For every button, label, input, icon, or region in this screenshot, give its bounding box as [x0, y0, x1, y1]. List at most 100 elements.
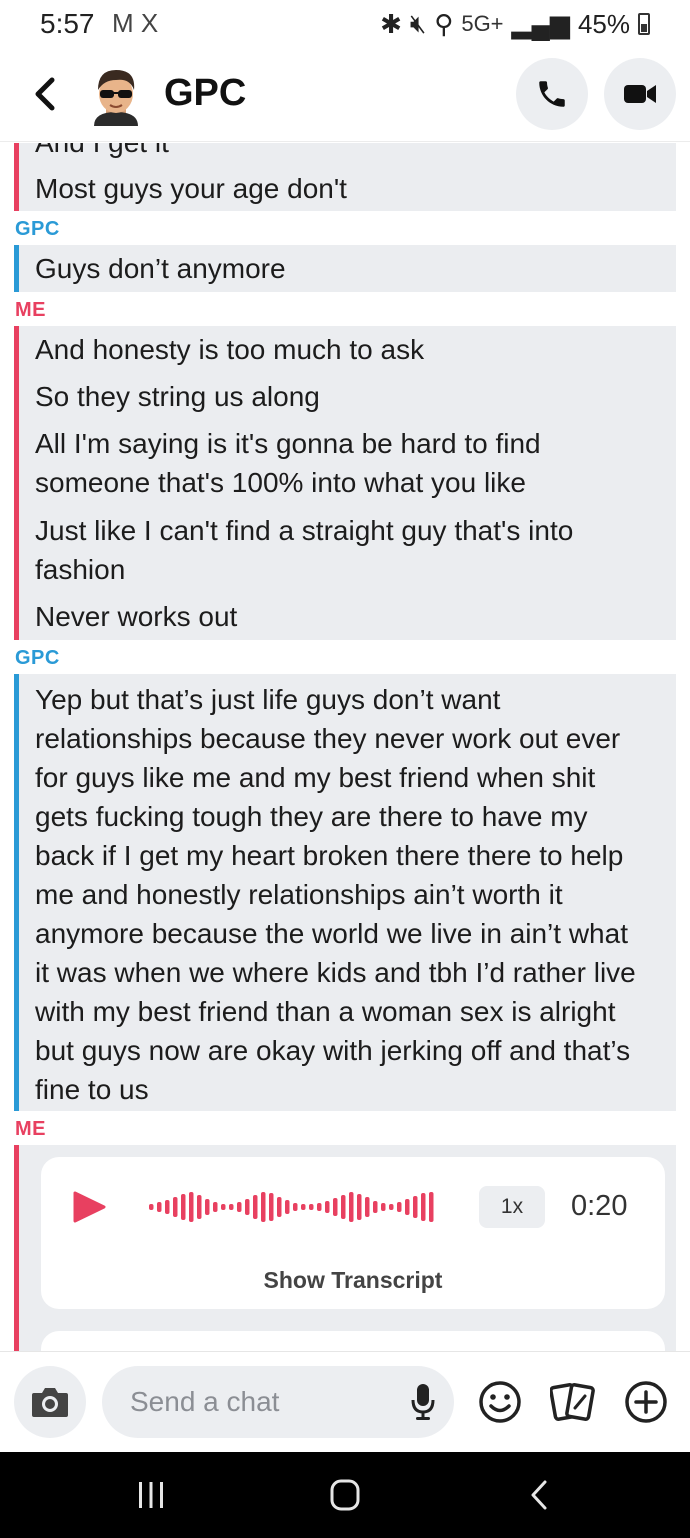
waveform-bar [357, 1194, 362, 1220]
play-button[interactable] [71, 1189, 107, 1225]
video-call-button[interactable] [604, 58, 676, 130]
message-group-gpc: Guys don’t anymore [14, 245, 676, 292]
voice-note-card: 1x 0:20 Show Transcript [41, 1157, 665, 1309]
waveform-bar [429, 1192, 434, 1222]
chat-messages[interactable]: And I get it Most guys your age don't GP… [0, 143, 690, 1351]
chevron-left-icon [35, 77, 55, 111]
waveform-bar [205, 1199, 210, 1215]
chat-header: GPC [0, 50, 690, 142]
waveform-bar [309, 1204, 314, 1210]
waveform-bar [365, 1197, 370, 1217]
waveform-bar [293, 1203, 298, 1211]
waveform-bar [381, 1203, 386, 1211]
waveform-bar [189, 1192, 194, 1222]
waveform-bar [253, 1195, 258, 1219]
waveform-bar [165, 1200, 170, 1214]
message-text-partial: And I get it [35, 143, 169, 162]
status-time: 5:57 [40, 8, 95, 39]
next-media-card [41, 1331, 665, 1351]
location-icon: ⚲ [434, 8, 454, 39]
show-transcript-button[interactable]: Show Transcript [41, 1267, 665, 1294]
camera-button[interactable] [14, 1366, 86, 1438]
chat-input[interactable]: Send a chat [102, 1366, 454, 1438]
play-icon [73, 1191, 106, 1223]
waveform-bar [269, 1193, 274, 1221]
message-text: back if I get my heart broken there ther… [35, 840, 624, 871]
home-icon[interactable] [329, 1478, 361, 1512]
message-text: with my best friend than a woman sex is … [35, 996, 616, 1027]
waveform-bar [149, 1204, 154, 1210]
waveform-bar [389, 1204, 394, 1210]
waveform-bar [181, 1194, 186, 1220]
message-text: anymore because the world we live in ain… [35, 918, 628, 949]
waveform-bar [413, 1196, 418, 1218]
playback-speed-button[interactable]: 1x [479, 1186, 545, 1228]
waveform-bar [317, 1203, 322, 1211]
message-text: So they string us along [35, 381, 320, 412]
waveform-bar [301, 1204, 306, 1210]
mute-icon: 🔇︎ [409, 8, 427, 38]
waveform-bar [373, 1201, 378, 1213]
waveform-bar [197, 1195, 202, 1219]
chat-input-bar: Send a chat [0, 1351, 690, 1452]
voice-call-button[interactable] [516, 58, 588, 130]
system-nav-bar [0, 1452, 690, 1538]
message-text: Most guys your age don't [35, 173, 347, 204]
message-text: All I'm saying is it's gonna be hard to … [35, 428, 541, 459]
waveform-bar [237, 1202, 242, 1212]
smiley-icon[interactable] [478, 1380, 522, 1424]
waveform-bar [405, 1199, 410, 1215]
recent-apps-icon[interactable] [135, 1478, 167, 1512]
cards-icon[interactable] [550, 1380, 596, 1424]
message-text: me and honestly relationships ain’t wort… [35, 879, 563, 910]
battery-icon [638, 13, 650, 35]
message-text: Never works out [35, 601, 238, 632]
sender-label: ME [15, 1118, 46, 1140]
message-text: Guys don’t anymore [35, 253, 286, 284]
chat-input-placeholder: Send a chat [130, 1386, 280, 1417]
waveform-bar [285, 1200, 290, 1214]
waveform-bar [213, 1202, 218, 1212]
battery-percent: 45% [577, 8, 630, 39]
message-text: Yep but that’s just life guys don’t want [35, 684, 501, 715]
waveform-bar [245, 1199, 250, 1215]
signal-icon: ▂▄▆ [511, 8, 570, 39]
bitmoji-avatar[interactable] [86, 64, 146, 126]
waveform-bar [421, 1193, 426, 1221]
audio-waveform[interactable] [149, 1185, 439, 1229]
waveform-bar [229, 1204, 234, 1210]
message-text: gets fucking tough they are there to hav… [35, 801, 588, 832]
waveform-bar [333, 1198, 338, 1216]
microphone-icon[interactable] [410, 1382, 436, 1422]
message-text: fashion [35, 554, 126, 585]
message-text: for guys like me and my best friend when… [35, 762, 596, 793]
waveform-bar [277, 1197, 282, 1217]
plus-icon[interactable] [624, 1380, 668, 1424]
sender-label: ME [15, 299, 46, 321]
back-button[interactable] [26, 72, 66, 116]
voice-note-duration: 0:20 [571, 1190, 628, 1222]
waveform-bar [349, 1192, 354, 1222]
chat-title[interactable]: GPC [164, 72, 246, 115]
sender-label: GPC [15, 647, 60, 669]
message-text: it was when we where kids and tbh I’d ra… [35, 957, 636, 988]
status-right: ✱ 🔇︎ ⚲ 5G+ ▂▄▆ 45% [380, 8, 650, 40]
waveform-bar [157, 1202, 162, 1212]
message-text: but guys now are okay with jerking off a… [35, 1035, 631, 1066]
waveform-bar [221, 1204, 226, 1210]
waveform-bar [397, 1202, 402, 1212]
status-bar: 5:57 M X ✱ 🔇︎ ⚲ 5G+ ▂▄▆ 45% [0, 0, 690, 50]
video-camera-icon [624, 85, 656, 103]
phone-icon [539, 81, 565, 107]
message-group-me: 1x 0:20 Show Transcript [14, 1145, 676, 1351]
camera-icon [32, 1388, 68, 1417]
message-text: someone that's 100% into what you like [35, 467, 526, 498]
message-group-me: And I get it Most guys your age don't [14, 143, 676, 211]
message-group-me: And honesty is too much to ask So they s… [14, 326, 676, 640]
message-text: fine to us [35, 1074, 149, 1105]
message-text: And honesty is too much to ask [35, 334, 425, 365]
avatar-icon [94, 70, 138, 126]
network-label: 5G+ [461, 11, 504, 36]
back-icon[interactable] [528, 1478, 550, 1512]
message-text: Just like I can't find a straight guy th… [35, 515, 574, 546]
